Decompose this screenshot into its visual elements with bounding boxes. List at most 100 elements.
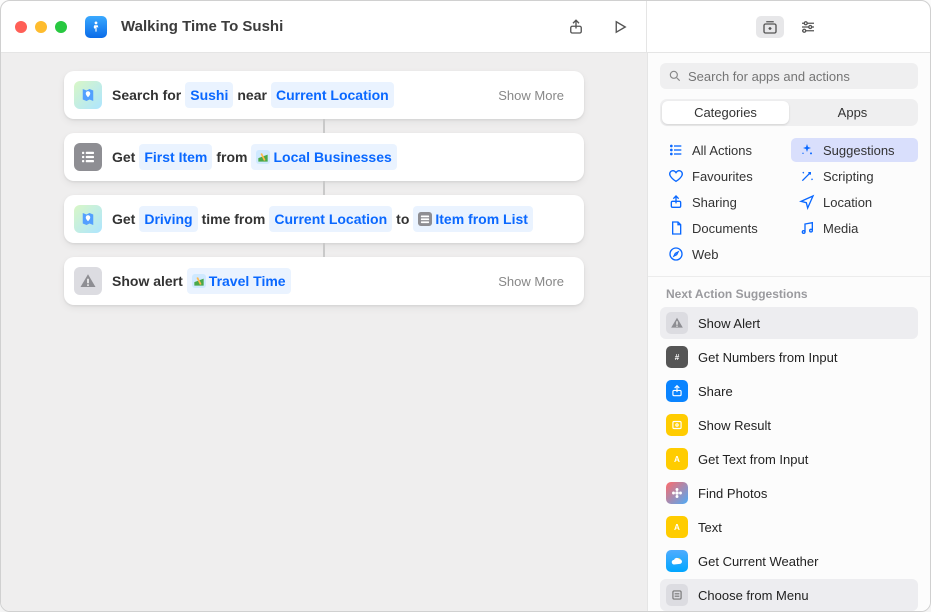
library-toggle-button[interactable]: [756, 16, 784, 38]
token-label: First Item: [144, 146, 207, 168]
titlebar-left: Walking Time To Sushi: [1, 16, 283, 38]
category-all[interactable]: All Actions: [660, 138, 787, 162]
action-card[interactable]: GetFirst ItemfromLocal Businesses: [64, 133, 584, 181]
action-card[interactable]: Search forSushinearCurrent LocationShow …: [64, 71, 584, 119]
category-label: Documents: [692, 221, 758, 236]
sparkle-icon: [799, 142, 815, 158]
music-icon: [799, 220, 815, 236]
token-label: Current Location: [276, 84, 389, 106]
suggestion-item[interactable]: Show Result: [660, 409, 918, 441]
category-grid: All ActionsSuggestions Favourites Scriptin…: [648, 134, 930, 277]
suggestion-item[interactable]: Share: [660, 375, 918, 407]
segment-categories[interactable]: Categories: [662, 101, 789, 124]
action-card[interactable]: GetDrivingtime fromCurrent LocationtoIte…: [64, 195, 584, 243]
svg-text:A: A: [674, 523, 680, 532]
connector: [37, 119, 611, 133]
variable-token[interactable]: Current Location: [271, 82, 394, 108]
list-icon: [74, 143, 102, 171]
suggestion-label: Get Numbers from Input: [698, 350, 837, 365]
category-label: Favourites: [692, 169, 753, 184]
variable-token[interactable]: Sushi: [185, 82, 233, 108]
category-script[interactable]: Scripting: [791, 164, 918, 188]
cloud-icon: [666, 550, 688, 572]
action-body: Show alertTravel Time: [112, 268, 482, 294]
suggestion-item[interactable]: # Get Numbers from Input: [660, 341, 918, 373]
titlebar: Walking Time To Sushi: [1, 1, 930, 53]
text-icon: A: [666, 448, 688, 470]
variable-token[interactable]: Local Businesses: [251, 144, 396, 170]
run-button[interactable]: [606, 16, 634, 38]
suggestion-label: Find Photos: [698, 486, 767, 501]
variable-token[interactable]: First Item: [139, 144, 212, 170]
safari-icon: [668, 246, 684, 262]
action-text: Get: [112, 146, 135, 168]
action-text: Search for: [112, 84, 181, 106]
token-label: Sushi: [190, 84, 228, 106]
suggestion-item[interactable]: A Text: [660, 511, 918, 543]
suggestion-label: Get Current Weather: [698, 554, 818, 569]
suggestion-label: Get Text from Input: [698, 452, 808, 467]
close-window-button[interactable]: [15, 21, 27, 33]
shortcut-color-icon: [85, 16, 107, 38]
list-bullet-icon: [668, 142, 684, 158]
show-more-button[interactable]: Show More: [492, 272, 570, 291]
suggestion-item[interactable]: Show Alert: [660, 307, 918, 339]
category-loc[interactable]: Location: [791, 190, 918, 214]
action-text: time from: [202, 208, 266, 230]
suggestion-item[interactable]: Choose from Menu: [660, 579, 918, 611]
settings-toggle-button[interactable]: [794, 16, 822, 38]
shortcut-title[interactable]: Walking Time To Sushi: [121, 18, 283, 35]
show-more-button[interactable]: Show More: [492, 86, 570, 105]
variable-token[interactable]: Travel Time: [187, 268, 291, 294]
minimize-window-button[interactable]: [35, 21, 47, 33]
share-icon: [668, 194, 684, 210]
traffic-lights: [15, 21, 67, 33]
maps-icon: [74, 81, 102, 109]
suggestion-item[interactable]: Find Photos: [660, 477, 918, 509]
library-segmented-control[interactable]: Categories Apps: [660, 99, 918, 126]
menu-icon: [666, 584, 688, 606]
alert-icon: [666, 312, 688, 334]
variable-token[interactable]: Driving: [139, 206, 197, 232]
token-label: Current Location: [274, 208, 387, 230]
category-share[interactable]: Sharing: [660, 190, 787, 214]
heart-icon: [668, 168, 684, 184]
list-small-icon: [418, 212, 432, 226]
action-body: GetDrivingtime fromCurrent LocationtoIte…: [112, 206, 570, 232]
workflow-canvas[interactable]: Search forSushinearCurrent LocationShow …: [1, 53, 647, 611]
variable-token[interactable]: Current Location: [269, 206, 392, 232]
category-sugg[interactable]: Suggestions: [791, 138, 918, 162]
suggestion-item[interactable]: A Get Text from Input: [660, 443, 918, 475]
category-label: Sharing: [692, 195, 737, 210]
suggestion-item[interactable]: Get Current Weather: [660, 545, 918, 577]
share-button[interactable]: [562, 16, 590, 38]
share-icon: [666, 380, 688, 402]
action-library-sidebar: Categories Apps All ActionsSuggestions Fa…: [647, 53, 930, 611]
location-icon: [799, 194, 815, 210]
category-web[interactable]: Web: [660, 242, 787, 266]
segment-apps[interactable]: Apps: [789, 101, 916, 124]
action-card[interactable]: Show alertTravel Time Show More: [64, 257, 584, 305]
variable-token[interactable]: Item from List: [413, 206, 533, 232]
category-fav[interactable]: Favourites: [660, 164, 787, 188]
svg-text:#: #: [675, 353, 680, 362]
category-docs[interactable]: Documents: [660, 216, 787, 240]
flower-icon: [666, 482, 688, 504]
alert-icon: [74, 267, 102, 295]
maps-small-icon: [192, 274, 206, 288]
suggestion-label: Choose from Menu: [698, 588, 809, 603]
app-window: Walking Time To Sushi Search forSushinea…: [0, 0, 931, 612]
titlebar-mid: [283, 1, 647, 52]
search-field[interactable]: [660, 63, 918, 89]
search-input[interactable]: [688, 69, 910, 84]
wand-icon: [799, 168, 815, 184]
hash-icon: #: [666, 346, 688, 368]
action-text: to: [396, 208, 409, 230]
suggestion-label: Text: [698, 520, 722, 535]
category-label: Location: [823, 195, 872, 210]
suggestion-label: Show Result: [698, 418, 771, 433]
zoom-window-button[interactable]: [55, 21, 67, 33]
maps-small-icon: [256, 150, 270, 164]
category-media[interactable]: Media: [791, 216, 918, 240]
suggestion-label: Show Alert: [698, 316, 760, 331]
